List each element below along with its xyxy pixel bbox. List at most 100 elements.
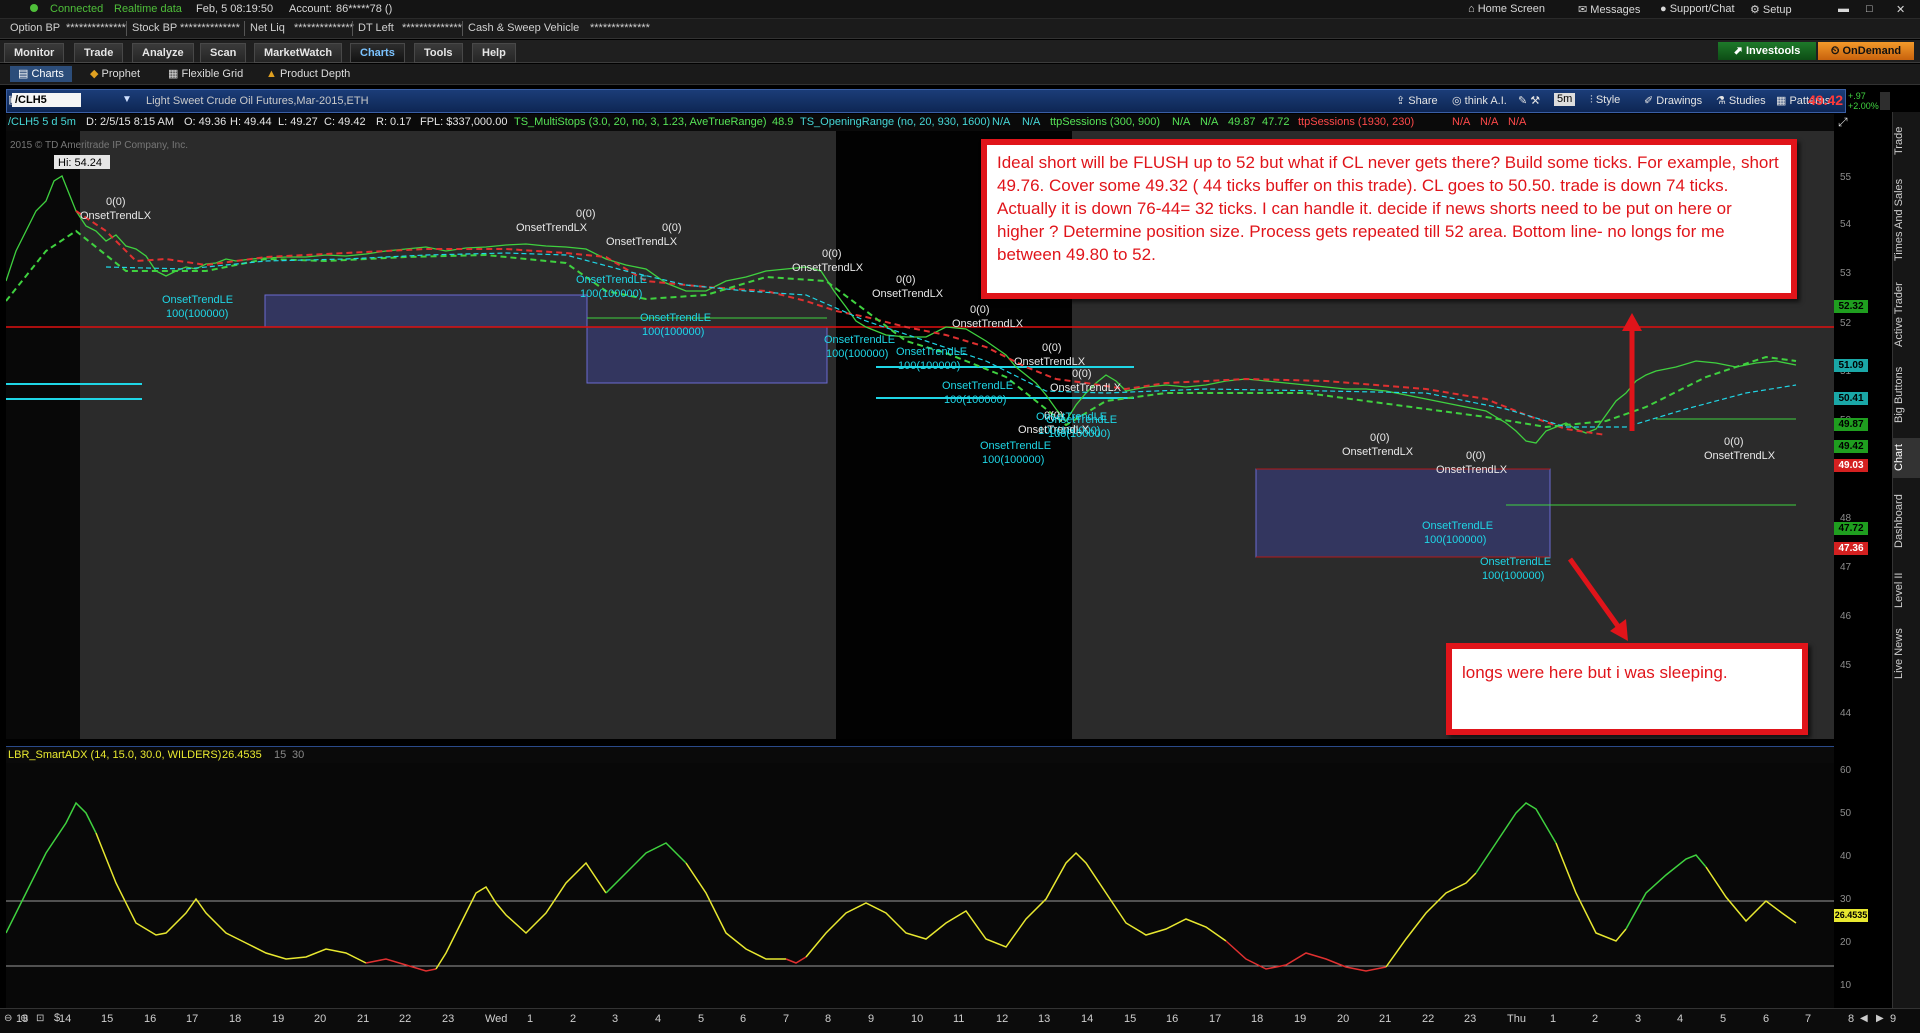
subtab-prophet[interactable]: ◆ Prophet xyxy=(90,66,140,82)
price-change: +.97 +2.00% xyxy=(1848,91,1879,111)
messages-button[interactable]: ✉ Messages xyxy=(1578,3,1640,16)
copyright-text: 2015 © TD Ameritrade IP Company, Inc. xyxy=(10,140,188,151)
tab-charts[interactable]: Charts xyxy=(350,43,405,63)
ondemand-button[interactable]: ⏲ OnDemand xyxy=(1818,42,1914,60)
investools-button[interactable]: ⬈ Investools xyxy=(1718,42,1816,60)
opening-range-box xyxy=(1255,468,1551,558)
signal-exit-count: 0(0) xyxy=(106,196,126,208)
setup-button[interactable]: ⚙ Setup xyxy=(1750,3,1792,16)
signal-entry-qty: 100(100000) xyxy=(580,288,642,300)
x-axis-label: 20 xyxy=(1337,1013,1350,1025)
signal-exit: OnsetTrendLX xyxy=(1436,464,1508,476)
maximize-icon[interactable]: □ xyxy=(1866,3,1873,15)
chart-expand-icon[interactable]: ⤢ xyxy=(1838,115,1848,130)
right-tab-active-trader[interactable]: Active Trader xyxy=(1893,276,1920,354)
think-ai-button[interactable]: ◎ think A.I. xyxy=(1452,94,1507,107)
signal-exit-count: 0(0) xyxy=(1370,432,1390,444)
share-button[interactable]: ⇪ Share xyxy=(1396,94,1438,107)
x-axis-label: 20 xyxy=(314,1013,327,1025)
study-ttpsessions-1[interactable]: ttpSessions (300, 900) xyxy=(1050,116,1160,128)
prophet-icon: ◆ xyxy=(90,68,99,80)
subtab-flexible-grid[interactable]: ▦ Flexible Grid xyxy=(168,66,243,82)
symbol-dropdown-icon[interactable]: ▼ xyxy=(122,94,132,105)
study-value: N/A xyxy=(1508,116,1527,128)
signal-entry-qty: 100(100000) xyxy=(1424,534,1486,546)
study-multistops[interactable]: TS_MultiStops (3.0, 20, no, 3, 1.23, Ave… xyxy=(514,116,767,128)
x-axis-label: 7 xyxy=(783,1013,790,1025)
study-openingrange[interactable]: TS_OpeningRange (no, 20, 930, 1600) xyxy=(800,116,990,128)
minimize-icon[interactable]: ▬ xyxy=(1838,3,1849,15)
right-tab-live-news[interactable]: Live News xyxy=(1893,622,1920,686)
annotation-note-longs: longs were here but i was sleeping. xyxy=(1446,643,1808,735)
cash-sweep-value: ************** xyxy=(590,22,650,34)
price-badge: 52.32 xyxy=(1834,300,1868,313)
drawings-button[interactable]: ✐ Drawings xyxy=(1644,94,1702,107)
x-axis-label: 11 xyxy=(953,1013,965,1025)
panel-toggle[interactable] xyxy=(1880,92,1890,110)
price-badge: 47.36 xyxy=(1834,542,1868,555)
zoom-out-icon[interactable]: ⊖ xyxy=(4,1013,12,1024)
x-axis-label: 19 xyxy=(272,1013,285,1025)
signal-entry: OnsetTrendLE xyxy=(162,294,233,306)
info-range: R: 0.17 xyxy=(376,116,412,128)
stock-bp-value: ************** xyxy=(180,22,240,34)
right-tab-times-sales[interactable]: Times And Sales xyxy=(1893,170,1920,270)
x-axis-label: Thu xyxy=(1507,1013,1526,1025)
support-chat-button[interactable]: ● Support/Chat xyxy=(1660,3,1735,15)
scroll-right-icon[interactable]: ▶ xyxy=(1876,1013,1884,1024)
symbol-input[interactable]: /CLH5 xyxy=(12,93,81,107)
info-symbol-period: /CLH5 5 d 5m xyxy=(8,116,76,128)
right-tab-chart[interactable]: Chart xyxy=(1893,438,1920,478)
study-multistops-value: 48.9 xyxy=(772,116,794,128)
right-tab-level-ii[interactable]: Level II xyxy=(1893,564,1920,616)
tab-monitor[interactable]: Monitor xyxy=(4,43,65,63)
right-tab-big-buttons[interactable]: Big Buttons xyxy=(1893,360,1920,430)
x-axis-label: 23 xyxy=(1464,1013,1477,1025)
adx-tick: 30 xyxy=(1840,894,1852,905)
style-button[interactable]: ⫶ Style xyxy=(1590,94,1620,107)
scroll-left-icon[interactable]: ◀ xyxy=(1860,1013,1868,1024)
option-bp-value: ************** xyxy=(66,22,126,34)
subtab-charts[interactable]: ▤ Charts xyxy=(10,66,72,82)
tab-tools[interactable]: Tools xyxy=(414,43,463,63)
x-axis-label: 8 xyxy=(825,1013,832,1025)
study-value: N/A xyxy=(992,116,1011,128)
account-value[interactable]: 86*****78 () xyxy=(336,3,392,15)
right-tab-dashboard[interactable]: Dashboard xyxy=(1893,484,1920,558)
x-axis-label: 22 xyxy=(1422,1013,1435,1025)
x-axis-label: 17 xyxy=(1209,1013,1222,1025)
signal-exit: OnsetTrendLX xyxy=(1704,450,1776,462)
tab-help[interactable]: Help xyxy=(472,43,516,63)
right-tab-trade[interactable]: Trade xyxy=(1893,118,1920,164)
x-axis-label: 9 xyxy=(1890,1013,1897,1025)
time-axis: ⊖ ⊕ ⊡ $ 13 14 15 16 17 18 19 20 21 22 23 Wed 1 2 3 4 5 6 7… xyxy=(0,1008,1920,1033)
adx-chart[interactable] xyxy=(5,763,1834,1008)
studies-button[interactable]: ⚗ Studies xyxy=(1716,94,1766,107)
study-ttpsessions-2[interactable]: ttpSessions (1930, 230) xyxy=(1298,116,1414,128)
close-icon[interactable]: ✕ xyxy=(1896,3,1905,16)
subtab-product-depth[interactable]: ▲ Product Depth xyxy=(266,66,350,82)
tab-trade[interactable]: Trade xyxy=(74,43,124,63)
info-fpl: FPL: $337,000.00 xyxy=(420,116,508,128)
timeframe-button[interactable]: 5m xyxy=(1554,93,1576,106)
tools-icon[interactable]: ✎ ⚒ xyxy=(1518,94,1540,107)
study-value: N/A xyxy=(1022,116,1041,128)
cash-sweep-label: Cash & Sweep Vehicle xyxy=(468,22,580,34)
tab-scan[interactable]: Scan xyxy=(200,43,247,63)
fit-icon[interactable]: ⊡ xyxy=(36,1013,44,1024)
tab-marketwatch[interactable]: MarketWatch xyxy=(254,43,343,63)
x-axis-label: 8 xyxy=(1848,1013,1855,1025)
info-open: O: 49.36 xyxy=(184,116,227,128)
adx-value-badge: 26.4535 xyxy=(1834,909,1868,922)
signal-exit-count: 0(0) xyxy=(1466,450,1486,462)
x-axis-label: 19 xyxy=(1294,1013,1307,1025)
lower-study-param: 15 xyxy=(274,749,287,761)
x-axis-label: 2 xyxy=(1592,1013,1599,1025)
lower-study-name[interactable]: LBR_SmartADX (14, 15.0, 30.0, WILDERS) xyxy=(8,749,221,761)
net-liq-label: Net Liq xyxy=(250,22,285,34)
tab-analyze[interactable]: Analyze xyxy=(132,43,194,63)
home-screen-button[interactable]: ⌂ Home Screen xyxy=(1468,3,1545,15)
stock-bp-label: Stock BP xyxy=(132,22,178,34)
x-axis-label: 18 xyxy=(1251,1013,1264,1025)
option-bp-label: Option BP xyxy=(10,22,61,34)
